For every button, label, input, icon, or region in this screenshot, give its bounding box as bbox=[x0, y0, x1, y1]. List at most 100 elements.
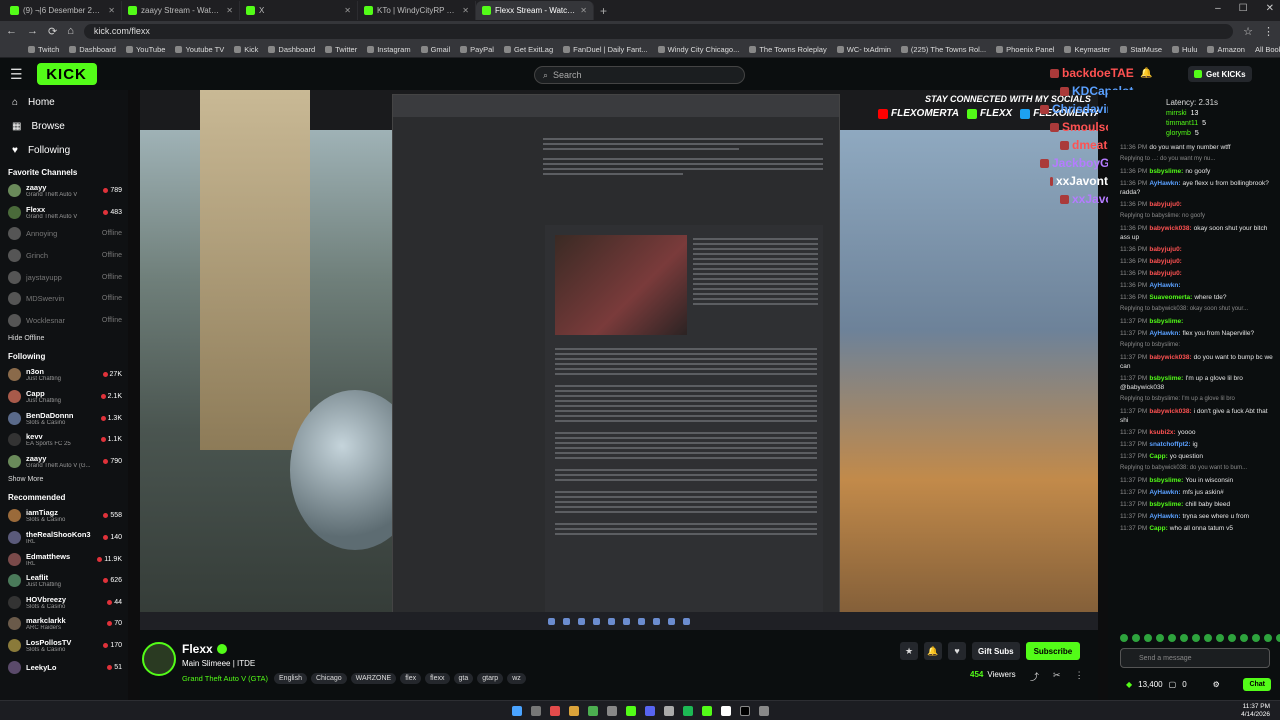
streamer-avatar[interactable] bbox=[142, 642, 176, 676]
more-icon[interactable]: ⋮ bbox=[1075, 670, 1084, 683]
chat-reply-context[interactable]: Replying to babyslime: no goofy bbox=[1120, 212, 1276, 221]
sidebar-channel[interactable]: HOVbreezy Slots & Casino 44 bbox=[0, 592, 128, 614]
x-icon[interactable] bbox=[739, 705, 750, 716]
bookmark-item[interactable]: Dashboard bbox=[268, 45, 315, 54]
app-icon[interactable] bbox=[625, 705, 636, 716]
discord-icon[interactable] bbox=[644, 705, 655, 716]
search-taskbar-icon[interactable] bbox=[530, 705, 541, 716]
chat-reply-context[interactable]: Replying to babywick038: okay soon shut … bbox=[1120, 305, 1276, 314]
chat-message[interactable]: 11:37 PM bsbyslime: I'm up a glove lil bro… bbox=[1120, 374, 1276, 392]
chat-message[interactable]: 11:37 PM babywick038: i don't give a fuck … bbox=[1120, 407, 1276, 425]
app-icon[interactable] bbox=[568, 705, 579, 716]
stream-tag[interactable]: English bbox=[274, 673, 307, 684]
chat-message[interactable]: 11:36 PM babyjuju0: bbox=[1120, 200, 1276, 209]
message-username[interactable]: ksubi2x: bbox=[1149, 429, 1175, 436]
gift-subs-button[interactable]: Gift Subs bbox=[972, 642, 1020, 660]
bookmark-item[interactable]: YouTube bbox=[125, 45, 165, 54]
sidebar-channel[interactable]: theRealShooKon3 IRL 140 bbox=[0, 527, 128, 549]
chat-message[interactable]: 11:36 PM babyjuju0: bbox=[1120, 269, 1276, 278]
menu-icon[interactable]: ☰ bbox=[10, 66, 23, 83]
sidebar-channel[interactable]: MDSwervin Offline bbox=[0, 288, 128, 310]
app-icon[interactable] bbox=[720, 705, 731, 716]
chat-settings-icon[interactable]: ⚙ bbox=[1213, 680, 1220, 689]
sidebar-channel[interactable]: BenDaDonnn Slots & Casino 1.3K bbox=[0, 407, 128, 429]
bookmark-item[interactable]: The Towns Roleplay bbox=[749, 45, 827, 54]
top-gifter[interactable]: mirrski 13 bbox=[1166, 109, 1280, 119]
chat-message[interactable]: 11:37 PM Capp: who all onna tatum v5 bbox=[1120, 524, 1276, 533]
close-tab-icon[interactable]: ✕ bbox=[580, 6, 587, 15]
show-more-link[interactable]: Show More bbox=[0, 472, 128, 487]
chat-message[interactable]: 11:37 PM bsbyslime: You in wisconsin bbox=[1120, 476, 1276, 485]
chat-send-button[interactable]: Chat bbox=[1243, 678, 1271, 691]
browser-tab[interactable]: zaayy Stream - Watch Live on K ✕ bbox=[122, 1, 240, 20]
heart-icon[interactable]: ♥ bbox=[948, 642, 966, 660]
close-window-icon[interactable]: ✕ bbox=[1266, 3, 1274, 14]
start-icon[interactable] bbox=[511, 705, 522, 716]
video-player[interactable]: STAY CONNECTED WITH MY SOCIALS FLEXOMERT… bbox=[140, 90, 1098, 630]
chat-message[interactable]: 11:36 PM AyHawkn: aye flexx u from bolling… bbox=[1120, 179, 1276, 197]
sidebar-channel[interactable]: jaystayupp Offline bbox=[0, 266, 128, 288]
sidebar-channel[interactable]: Edmatthews IRL 11.9K bbox=[0, 548, 128, 570]
message-username[interactable]: bsbyslime: bbox=[1149, 477, 1183, 484]
chat-message[interactable]: 11:37 PM bsbyslime: chill baby bleed bbox=[1120, 500, 1276, 509]
message-username[interactable]: Capp: bbox=[1149, 525, 1167, 532]
message-username[interactable]: babyjuju0: bbox=[1149, 258, 1182, 265]
bookmark-item[interactable]: Twitter bbox=[325, 45, 357, 54]
chat-reply-context[interactable]: Replying to bsbyslime: bbox=[1120, 341, 1276, 350]
message-username[interactable]: AyHawkn: bbox=[1149, 513, 1180, 520]
bookmark-item[interactable]: Windy City Chicago... bbox=[657, 45, 739, 54]
chat-reply-context[interactable]: Replying to bsbyslime: I'm up a glove li… bbox=[1120, 395, 1276, 404]
bookmark-item[interactable]: Keymaster bbox=[1064, 45, 1110, 54]
chat-input[interactable]: Send a message bbox=[1120, 648, 1270, 668]
close-tab-icon[interactable]: ✕ bbox=[226, 6, 233, 15]
bookmark-item[interactable]: Kick bbox=[234, 45, 258, 54]
chat-reply-context[interactable]: Replying to ...: do you want my nu... bbox=[1120, 155, 1276, 164]
bookmark-item[interactable]: StatMuse bbox=[1120, 45, 1162, 54]
message-username[interactable]: Suaveomerta: bbox=[1149, 294, 1192, 301]
browser-tab[interactable]: X ✕ bbox=[240, 1, 358, 20]
bookmark-item[interactable]: (225) The Towns Rol... bbox=[900, 45, 986, 54]
nav-browse[interactable]: ▦ Browse bbox=[0, 114, 128, 138]
message-username[interactable]: babywick038: bbox=[1149, 225, 1191, 232]
nav-following[interactable]: ♥ Following bbox=[0, 138, 128, 162]
bookmark-item[interactable]: Gmail bbox=[420, 45, 450, 54]
app-icon[interactable] bbox=[758, 705, 769, 716]
chat-message[interactable]: 11:36 PM do you want my number wtff bbox=[1120, 143, 1276, 152]
minimize-icon[interactable]: – bbox=[1215, 3, 1221, 14]
spotify-icon[interactable] bbox=[682, 705, 693, 716]
sidebar-channel[interactable]: Leaflit Just Chatting 626 bbox=[0, 570, 128, 592]
sidebar-channel[interactable]: kevv EA Sports FC 25 1.1K bbox=[0, 429, 128, 451]
chat-message[interactable]: 11:36 PM AyHawkn: bbox=[1120, 281, 1276, 290]
bookmark-item[interactable]: Twitch bbox=[28, 45, 59, 54]
chrome-icon[interactable] bbox=[587, 705, 598, 716]
chat-message[interactable]: 11:36 PM babyjuju0: bbox=[1120, 245, 1276, 254]
forward-icon[interactable]: → bbox=[27, 25, 38, 37]
stream-tag[interactable]: gtarp bbox=[477, 673, 504, 684]
chat-message[interactable]: 11:37 PM snatchoffpt2: ig bbox=[1120, 440, 1276, 449]
bookmark-item[interactable]: Hulu bbox=[1172, 45, 1197, 54]
bell-icon[interactable]: 🔔 bbox=[924, 642, 942, 660]
bookmark-item[interactable]: PayPal bbox=[460, 45, 494, 54]
chat-message[interactable]: 11:37 PM Capp: yo question bbox=[1120, 452, 1276, 461]
stream-tag[interactable]: flex bbox=[400, 673, 422, 684]
stream-tag[interactable]: wz bbox=[507, 673, 526, 684]
bookmark-item[interactable]: Amazon bbox=[1207, 45, 1245, 54]
message-username[interactable]: AyHawkn: bbox=[1149, 489, 1180, 496]
message-username[interactable]: AyHawkn: bbox=[1149, 282, 1180, 289]
sidebar-channel[interactable]: iamTiagz Slots & Casino 558 bbox=[0, 505, 128, 527]
sidebar-channel[interactable]: Grinch Offline bbox=[0, 245, 128, 267]
bookmark-item[interactable]: Get ExitLag bbox=[503, 45, 553, 54]
message-username[interactable]: babyjuju0: bbox=[1149, 201, 1182, 208]
close-tab-icon[interactable]: ✕ bbox=[344, 6, 351, 15]
chat-message[interactable]: 11:37 PM AyHawkn: mfs jus askin# bbox=[1120, 488, 1276, 497]
bookmark-item[interactable]: WC- txAdmin bbox=[836, 45, 891, 54]
app-icon[interactable] bbox=[606, 705, 617, 716]
chat-message[interactable]: 11:37 PM AyHawkn: tryna see where u from bbox=[1120, 512, 1276, 521]
sidebar-channel[interactable]: markclarkk ARC Raiders 70 bbox=[0, 613, 128, 635]
stream-tag[interactable]: flexx bbox=[425, 673, 450, 684]
chat-message[interactable]: 11:36 PM babywick038: okay soon shut your … bbox=[1120, 224, 1276, 242]
sidebar-channel[interactable]: zaayy Grand Theft Auto V (G... 790 bbox=[0, 451, 128, 473]
nav-home[interactable]: ⌂ Home bbox=[0, 90, 128, 114]
message-username[interactable]: babyjuju0: bbox=[1149, 270, 1182, 277]
new-tab-icon[interactable]: + bbox=[594, 4, 613, 18]
